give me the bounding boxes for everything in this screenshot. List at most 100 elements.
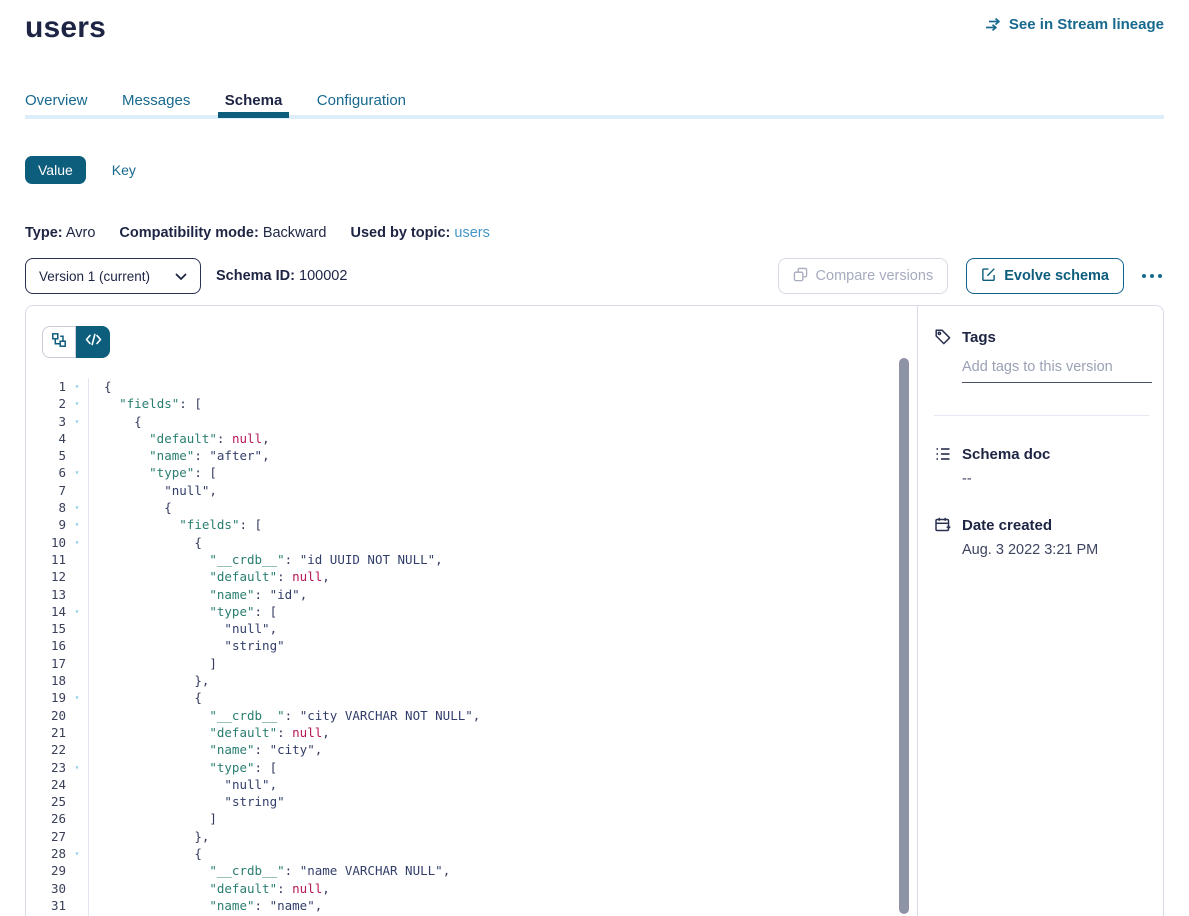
key-toggle-button[interactable]: Key <box>112 162 136 178</box>
code-line: 11 "__crdb__": "id UUID NOT NULL", <box>26 551 917 568</box>
fold-gutter <box>66 897 88 914</box>
fold-toggle-icon[interactable]: ▾ <box>66 395 88 412</box>
fold-gutter <box>66 862 88 879</box>
topic-label: Used by topic: <box>350 225 450 241</box>
see-in-stream-lineage-link[interactable]: See in Stream lineage <box>985 16 1164 33</box>
line-number: 6 <box>26 464 66 481</box>
calendar-plus-icon <box>934 516 952 534</box>
fold-toggle-icon[interactable]: ▾ <box>66 845 88 862</box>
editor-view-toggle <box>42 326 110 358</box>
tab-underline <box>25 115 1164 119</box>
compare-versions-button[interactable]: Compare versions <box>778 258 949 294</box>
fold-gutter <box>66 828 88 845</box>
code-text: "__crdb__": "id UUID NOT NULL", <box>88 551 443 568</box>
add-tags-input[interactable] <box>962 359 1152 383</box>
compat-label: Compatibility mode: <box>119 225 258 241</box>
copy-icon <box>793 267 808 286</box>
fold-gutter <box>66 707 88 724</box>
code-line: 6▾ "type": [ <box>26 464 917 481</box>
code-text: { <box>88 499 172 516</box>
code-text: ] <box>88 655 217 672</box>
code-line: 5 "name": "after", <box>26 447 917 464</box>
code-line: 16 "string" <box>26 637 917 654</box>
fold-gutter <box>66 655 88 672</box>
code-text: "null", <box>88 620 277 637</box>
overflow-menu-button[interactable] <box>1140 268 1164 284</box>
fold-toggle-icon[interactable]: ▾ <box>66 534 88 551</box>
line-number: 17 <box>26 655 66 672</box>
code-line: 30 "default": null, <box>26 880 917 897</box>
fold-toggle-icon[interactable]: ▾ <box>66 499 88 516</box>
fold-toggle-icon[interactable]: ▾ <box>66 516 88 533</box>
code-line: 14▾ "type": [ <box>26 603 917 620</box>
version-select[interactable]: Version 1 (current) <box>25 258 201 294</box>
code-text: "default": null, <box>88 568 330 585</box>
lineage-link-label: See in Stream lineage <box>1009 16 1164 33</box>
tags-heading: Tags <box>962 329 996 346</box>
schema-doc-section: Schema doc -- <box>934 445 1149 487</box>
code-line: 22 "name": "city", <box>26 741 917 758</box>
line-number: 10 <box>26 534 66 551</box>
topic-link[interactable]: users <box>454 225 489 241</box>
fold-gutter <box>66 776 88 793</box>
line-number: 7 <box>26 482 66 499</box>
fold-gutter <box>66 482 88 499</box>
line-number: 28 <box>26 845 66 862</box>
code-text: "name": "after", <box>88 447 270 464</box>
line-number: 3 <box>26 413 66 430</box>
line-number: 2 <box>26 395 66 412</box>
tree-view-button[interactable] <box>42 326 76 358</box>
code-text: "name": "id", <box>88 586 307 603</box>
evolve-schema-button[interactable]: Evolve schema <box>966 258 1124 294</box>
used-by-topic: Used by topic: users <box>350 225 489 241</box>
fold-toggle-icon[interactable]: ▾ <box>66 603 88 620</box>
fold-gutter <box>66 568 88 585</box>
code-text: "string" <box>88 793 285 810</box>
code-line: 17 ] <box>26 655 917 672</box>
tab-configuration[interactable]: Configuration <box>317 92 406 109</box>
code-line: 13 "name": "id", <box>26 586 917 603</box>
code-line: 3▾ { <box>26 413 917 430</box>
stream-lineage-icon <box>985 17 1002 32</box>
page-title: users <box>25 8 106 48</box>
fold-toggle-icon[interactable]: ▾ <box>66 378 88 395</box>
fold-gutter <box>66 672 88 689</box>
tab-overview[interactable]: Overview <box>25 92 88 109</box>
line-number: 13 <box>26 586 66 603</box>
fold-toggle-icon[interactable]: ▾ <box>66 759 88 776</box>
code-line: 28▾ { <box>26 845 917 862</box>
fold-toggle-icon[interactable]: ▾ <box>66 413 88 430</box>
code-view-button[interactable] <box>76 326 110 358</box>
value-toggle-button[interactable]: Value <box>25 156 86 184</box>
line-number: 4 <box>26 430 66 447</box>
code-line: 1▾{ <box>26 378 917 395</box>
code-text: "type": [ <box>88 759 277 776</box>
line-number: 1 <box>26 378 66 395</box>
schema-id-value: 100002 <box>299 268 347 284</box>
code-text: "null", <box>88 776 277 793</box>
line-number: 27 <box>26 828 66 845</box>
code-text: "type": [ <box>88 464 217 481</box>
fold-gutter <box>66 724 88 741</box>
edit-icon <box>981 267 996 286</box>
tab-messages[interactable]: Messages <box>122 92 190 109</box>
code-text: ] <box>88 810 217 827</box>
tab-schema[interactable]: Schema <box>225 92 283 109</box>
code-text: { <box>88 413 142 430</box>
line-number: 22 <box>26 741 66 758</box>
line-number: 25 <box>26 793 66 810</box>
editor-scrollbar[interactable] <box>899 358 909 914</box>
code-text: { <box>88 378 112 395</box>
code-text: "default": null, <box>88 880 330 897</box>
fold-toggle-icon[interactable]: ▾ <box>66 464 88 481</box>
code-text: "default": null, <box>88 724 330 741</box>
date-created-heading: Date created <box>962 517 1052 534</box>
tab-bar: Overview Messages Schema Configuration <box>25 92 1164 119</box>
code-line: 18 }, <box>26 672 917 689</box>
fold-toggle-icon[interactable]: ▾ <box>66 689 88 706</box>
code-text: "fields": [ <box>88 395 202 412</box>
code-line: 4 "default": null, <box>26 430 917 447</box>
code-text: { <box>88 689 202 706</box>
code-line: 25 "string" <box>26 793 917 810</box>
code-text: "name": "name", <box>88 897 322 914</box>
